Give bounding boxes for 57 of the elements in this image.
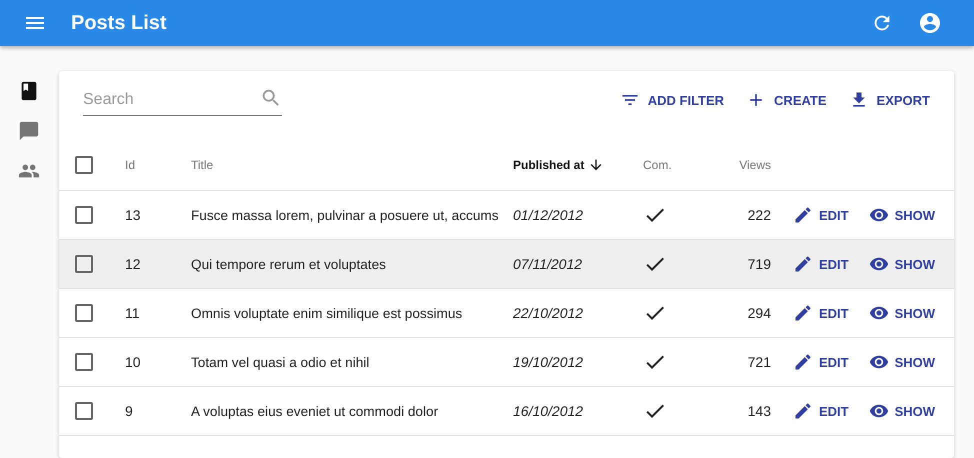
pencil-icon [793, 254, 813, 274]
table-cell: Qui tempore rerum et voluptates [191, 256, 386, 272]
column-header[interactable]: Title [191, 158, 214, 172]
table-cell: 10 [125, 354, 141, 370]
table-row[interactable]: 11 Omnis voluptate enim similique est possimus 22/10/2012 294 EDIT SHOW [59, 289, 954, 338]
table-cell: Totam vel quasi a odio et nihil [191, 354, 370, 370]
edit-button[interactable]: EDIT [785, 248, 857, 280]
account-icon [918, 11, 942, 35]
column-header[interactable]: Views [739, 158, 771, 172]
show-button[interactable]: SHOW [860, 248, 944, 280]
pencil-icon [793, 352, 813, 372]
show-button[interactable]: SHOW [860, 346, 944, 378]
checkbox[interactable] [75, 255, 93, 273]
table-cell: 719 [748, 256, 771, 272]
table-cell: 16/10/2012 [513, 403, 584, 419]
table-cell: Fusce massa lorem, pulvinar a posuere ut, accums [191, 208, 498, 222]
table-cell: 222 [748, 207, 771, 223]
account-button[interactable] [918, 11, 942, 35]
table-cell: 11 [125, 305, 140, 321]
table-cell: A voluptas eius eveniet ut commodi dolor [191, 404, 438, 418]
table-cell: 22/10/2012 [513, 305, 584, 321]
table-cell: 12 [125, 256, 141, 272]
create-button[interactable]: CREATE [738, 84, 835, 116]
filter-button[interactable]: ADD FILTER [612, 84, 732, 116]
table-cell: Omnis voluptate enim similique est possimus [191, 306, 462, 320]
pencil-icon [793, 205, 813, 225]
checkbox[interactable] [75, 206, 93, 224]
edit-button[interactable]: EDIT [785, 395, 857, 427]
checkbox[interactable] [75, 402, 93, 420]
show-button[interactable]: SHOW [860, 395, 944, 427]
table-cell: 01/12/2012 [513, 207, 584, 223]
column-header[interactable]: Id [125, 158, 136, 172]
table-cell: 13 [125, 207, 141, 223]
speech-bubble-icon [18, 120, 40, 142]
edit-button[interactable]: EDIT [785, 297, 857, 329]
table-row[interactable]: 10 Totam vel quasi a odio et nihil 19/10/2012 721 EDIT SHOW [59, 338, 954, 387]
table-cell: 07/11/2012 [513, 256, 582, 272]
table-cell: 19/10/2012 [513, 354, 584, 370]
table-cell: 294 [748, 305, 771, 321]
table-row[interactable]: 12 Qui tempore rerum et voluptates 07/11/2012 719 EDIT SHOW [59, 240, 954, 289]
checkbox[interactable] [75, 156, 93, 174]
edit-button[interactable]: EDIT [785, 346, 857, 378]
pencil-icon [793, 401, 813, 421]
edit-button[interactable]: EDIT [785, 199, 857, 231]
column-header[interactable]: Published at [513, 158, 584, 172]
checkbox[interactable] [75, 304, 93, 322]
export-button[interactable]: EXPORT [840, 84, 938, 116]
checkbox[interactable] [75, 353, 93, 371]
page-title: Posts List [71, 12, 168, 34]
table-row[interactable]: 9 A voluptas eius eveniet ut commodi dolor 16/10/2012 143 EDIT SHOW [59, 387, 954, 436]
pencil-icon [793, 303, 813, 323]
table-cell: 721 [748, 354, 771, 370]
show-button[interactable]: SHOW [860, 199, 944, 231]
table-cell: 143 [748, 403, 771, 419]
column-header[interactable]: Com. [643, 158, 672, 172]
show-button[interactable]: SHOW [860, 297, 944, 329]
table-cell: 9 [125, 403, 133, 419]
